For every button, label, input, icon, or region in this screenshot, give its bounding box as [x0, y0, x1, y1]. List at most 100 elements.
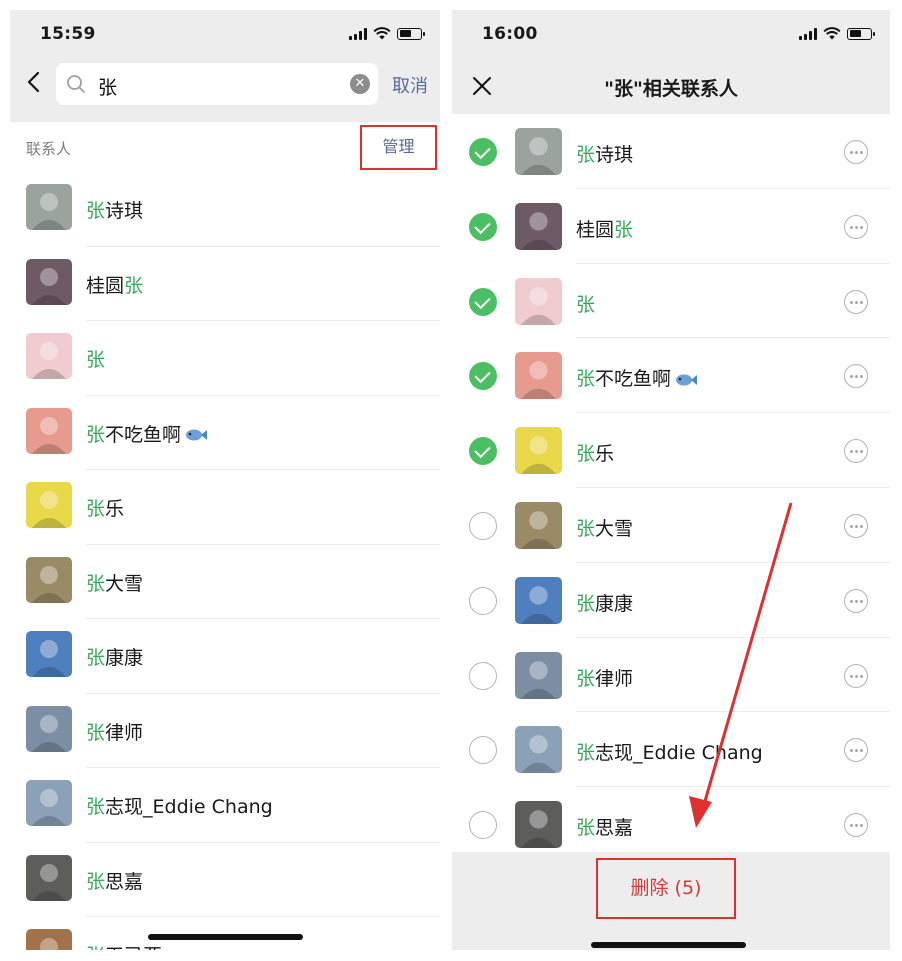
search-input[interactable]: 张 ✕: [56, 63, 378, 105]
contact-name: 桂圆张: [576, 215, 633, 242]
contact-name: 张思嘉: [86, 867, 143, 894]
battery-icon: [397, 27, 425, 40]
more-options-icon[interactable]: [844, 663, 868, 688]
name-text: 大雪: [595, 517, 634, 540]
cancel-button[interactable]: 取消: [392, 72, 428, 98]
more-options-icon[interactable]: [844, 364, 868, 389]
name-highlight: 张: [86, 423, 106, 446]
avatar: [515, 277, 562, 325]
contact-row[interactable]: 桂圆张: [452, 189, 890, 264]
name-highlight: 张: [576, 667, 596, 690]
name-highlight: 张: [86, 498, 106, 520]
contact-row[interactable]: 桂圆张: [10, 247, 440, 321]
contact-name: 张大雪: [576, 514, 633, 541]
contact-row[interactable]: 张志现_Eddie Chang: [452, 712, 890, 788]
contact-row[interactable]: 张诗琪: [452, 114, 890, 189]
contact-row[interactable]: 张律师: [10, 694, 440, 768]
name-text: 志现_Eddie Chang: [595, 742, 763, 765]
contact-row[interactable]: 张康康: [452, 563, 890, 638]
avatar: [26, 705, 72, 752]
contact-row[interactable]: 张不吃鱼啊: [452, 338, 890, 414]
more-options-icon[interactable]: [844, 513, 868, 538]
action-footer: 删除 (5): [452, 852, 890, 950]
name-highlight: 张: [86, 647, 106, 669]
contact-name: 张: [86, 345, 105, 372]
avatar: [515, 501, 562, 549]
contact-row[interactable]: 张思嘉: [10, 843, 440, 917]
checkbox-unchecked[interactable]: [469, 511, 497, 540]
name-highlight: 张: [576, 517, 596, 540]
checkbox-checked[interactable]: [469, 437, 497, 466]
more-options-icon[interactable]: [844, 588, 868, 613]
name-text: 律师: [595, 667, 634, 690]
checkbox-checked[interactable]: [469, 287, 497, 316]
checkbox-unchecked[interactable]: [469, 586, 497, 615]
checkbox-unchecked[interactable]: [469, 811, 497, 840]
name-highlight: 张: [576, 742, 596, 765]
contact-row[interactable]: 张乐: [10, 470, 440, 545]
avatar: [515, 128, 562, 175]
contact-row[interactable]: 张: [10, 321, 440, 396]
avatar: [515, 801, 562, 849]
status-time: 16:00: [482, 24, 538, 44]
contact-row[interactable]: 张诗琪: [10, 172, 440, 247]
avatar: [26, 631, 72, 677]
manage-header: 16:00 "张"相关联系人: [452, 10, 890, 114]
avatar: [26, 407, 72, 454]
contact-name: 张: [576, 290, 595, 317]
search-header: 15:59 张 ✕ 取消: [10, 10, 440, 122]
contact-name: 桂圆张: [86, 271, 143, 298]
home-indicator: [591, 942, 746, 948]
more-options-icon[interactable]: [844, 439, 868, 464]
avatar: [26, 482, 72, 528]
name-text: 不吃鱼啊: [105, 423, 182, 446]
clear-icon[interactable]: ✕: [350, 74, 370, 94]
contact-name: 张大雪: [86, 569, 143, 596]
contact-name: 张天已亚: [86, 941, 162, 950]
contact-row[interactable]: 张: [452, 264, 890, 339]
delete-button[interactable]: 删除 (5): [596, 858, 736, 919]
name-text: 桂圆: [576, 218, 615, 241]
checkbox-unchecked[interactable]: [469, 736, 497, 765]
contact-row[interactable]: 张大雪: [10, 545, 440, 619]
name-text: 桂圆: [86, 274, 125, 297]
section-title: 联系人: [26, 140, 72, 158]
name-text: 康康: [595, 592, 634, 615]
more-options-icon[interactable]: [844, 738, 868, 763]
checkbox-checked[interactable]: [469, 212, 497, 241]
contact-row[interactable]: 张大雪: [452, 488, 890, 563]
name-highlight: 张: [576, 817, 596, 840]
search-icon: [67, 75, 85, 93]
contact-name: 张康康: [576, 589, 633, 616]
checkbox-unchecked[interactable]: [469, 661, 497, 690]
name-highlight: 张: [614, 218, 634, 241]
status-icons: [349, 27, 425, 40]
wifi-icon: [373, 27, 391, 40]
contact-row[interactable]: 张康康: [10, 619, 440, 694]
more-options-icon[interactable]: [844, 140, 868, 164]
name-highlight: 张: [86, 200, 106, 222]
status-bar: 16:00: [452, 10, 890, 58]
avatar: [515, 651, 562, 699]
search-results-screen: 15:59 张 ✕ 取消 联系人 管理 张诗琪 桂圆张张张不吃鱼啊 张乐 张大雪 张康康…: [10, 10, 440, 950]
name-highlight: 张: [576, 592, 596, 615]
contact-row[interactable]: 张乐: [452, 413, 890, 488]
name-highlight: 张: [86, 796, 106, 818]
more-options-icon[interactable]: [844, 813, 868, 838]
contact-row[interactable]: 张思嘉: [452, 787, 890, 862]
name-text: 康康: [105, 647, 144, 669]
contact-row[interactable]: 张不吃鱼啊: [10, 396, 440, 470]
more-options-icon[interactable]: [844, 214, 868, 239]
more-options-icon[interactable]: [844, 289, 868, 314]
contact-row[interactable]: 张志现_Eddie Chang: [10, 768, 440, 843]
avatar: [26, 258, 72, 305]
name-text: 乐: [595, 443, 615, 466]
manage-button[interactable]: 管理: [360, 125, 437, 170]
search-query: 张: [98, 77, 118, 99]
back-arrow-icon[interactable]: [22, 70, 46, 94]
contact-row[interactable]: 张律师: [452, 638, 890, 713]
fish-emoji-icon: [186, 429, 208, 441]
checkbox-checked[interactable]: [469, 362, 497, 391]
checkbox-checked[interactable]: [469, 138, 497, 166]
fish-emoji-icon: [676, 374, 698, 386]
